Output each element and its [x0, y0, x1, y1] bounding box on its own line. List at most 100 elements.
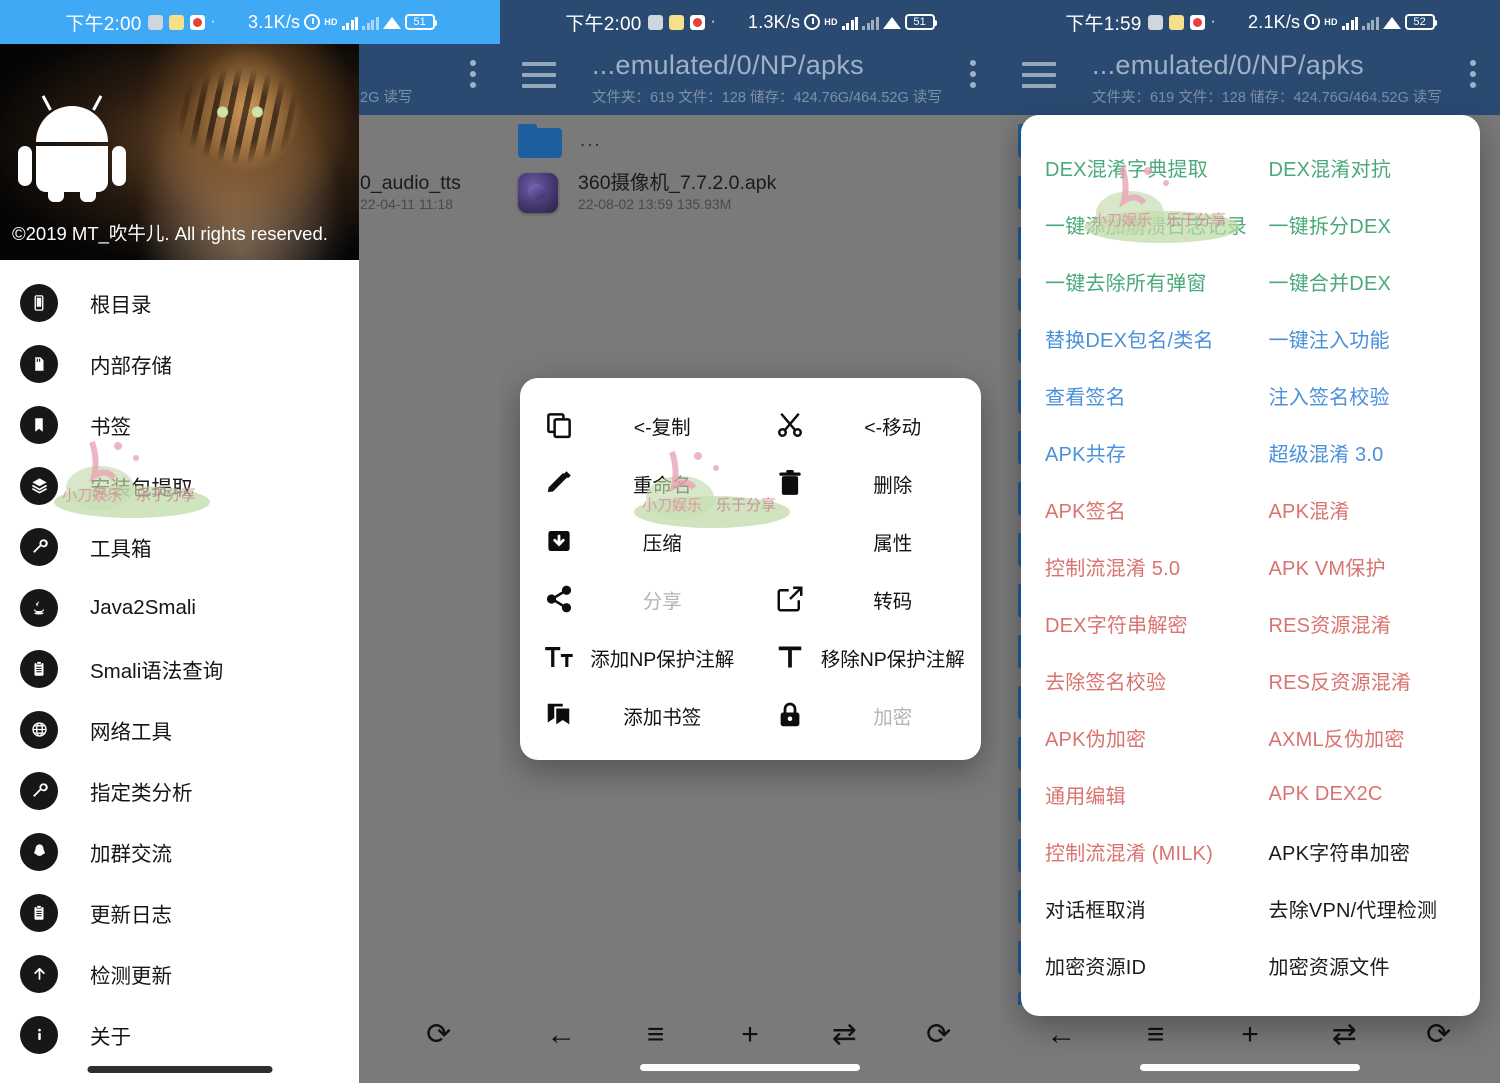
- bookmark-icon: [20, 406, 58, 444]
- tool-menu-item[interactable]: 一键注入功能: [1251, 310, 1481, 367]
- drawer-item-11[interactable]: 更新日志: [0, 882, 359, 943]
- tool-menu-item[interactable]: DEX字符串解密: [1021, 595, 1251, 652]
- back-arrow-icon[interactable]: ←: [538, 1012, 584, 1058]
- tool-menu-item[interactable]: 替换DEX包名/类名: [1021, 310, 1251, 367]
- tool-menu-item[interactable]: 控制流混淆 (MILK): [1021, 823, 1251, 880]
- tool-menu-item[interactable]: 控制流混淆 5.0: [1021, 538, 1251, 595]
- tool-menu-item[interactable]: 去除签名校验: [1021, 652, 1251, 709]
- navigation-drawer[interactable]: ©2019 MT_吹牛儿. All rights reserved. 根目录内部…: [0, 44, 359, 1083]
- bottom-toolbar-3[interactable]: ← ≡ + ⇄ ⟳: [1000, 1005, 1500, 1083]
- drawer-menu-list[interactable]: 根目录内部存储书签安装包提取工具箱Java2SmaliSmali语法查询网络工具…: [0, 260, 359, 1065]
- tool-menu-item[interactable]: APK DEX2C: [1251, 766, 1481, 823]
- tool-menu-item[interactable]: 超级混淆 3.0: [1251, 424, 1481, 481]
- tool-menu-item[interactable]: 一键拆分DEX: [1251, 196, 1481, 253]
- context-menu-item-text-size[interactable]: 添加NP保护注解: [520, 628, 751, 686]
- text-size-icon: [542, 640, 576, 674]
- context-menu-item-archive-down[interactable]: 压缩: [520, 512, 751, 570]
- info-icon: [20, 1016, 58, 1054]
- list-menu-icon[interactable]: ≡: [633, 1012, 679, 1058]
- tool-menu-item[interactable]: APK伪加密: [1021, 709, 1251, 766]
- drawer-item-2[interactable]: 内部存储: [0, 333, 359, 394]
- list-item[interactable]: ...: [500, 115, 1000, 167]
- context-menu-item-info[interactable]: 属性: [751, 512, 982, 570]
- tiktok-notification-icon: [1148, 15, 1163, 30]
- tool-menu-item[interactable]: APK共存: [1021, 424, 1251, 481]
- tool-menu-item[interactable]: APK混淆: [1251, 481, 1481, 538]
- context-menu-item-external-link[interactable]: 转码: [751, 570, 982, 628]
- tool-menu-item[interactable]: 对话框取消: [1021, 880, 1251, 937]
- drawer-item-9[interactable]: 指定类分析: [0, 760, 359, 821]
- drawer-item-5[interactable]: 工具箱: [0, 516, 359, 577]
- swap-arrows-icon[interactable]: ⇄: [1321, 1012, 1367, 1058]
- tool-menu-item[interactable]: AXML反伪加密: [1251, 709, 1481, 766]
- tool-menu-item[interactable]: APK VM保护: [1251, 538, 1481, 595]
- file-text: ...: [580, 130, 602, 152]
- context-menu-item-text[interactable]: 移除NP保护注解: [751, 628, 982, 686]
- bottom-toolbar-2[interactable]: ← ≡ + ⇄ ⟳: [500, 1005, 1000, 1083]
- tool-menu-item[interactable]: APK字符串加密: [1251, 823, 1481, 880]
- drawer-item-1[interactable]: 根目录: [0, 272, 359, 333]
- overflow-menu-1[interactable]: [470, 60, 476, 88]
- refresh-icon[interactable]: ⟳: [916, 1012, 962, 1058]
- list-menu-icon[interactable]: ≡: [1133, 1012, 1179, 1058]
- drawer-item-4[interactable]: 安装包提取: [0, 455, 359, 516]
- alarm-icon: [804, 14, 820, 30]
- tool-menu-item[interactable]: 加密资源文件: [1251, 937, 1481, 994]
- tool-menu-item[interactable]: 一键合并DEX: [1251, 253, 1481, 310]
- plus-icon[interactable]: +: [727, 1012, 773, 1058]
- tool-menu-item[interactable]: 查看签名: [1021, 367, 1251, 424]
- battery-icon: 51: [905, 14, 935, 30]
- menu-button-3[interactable]: [1022, 62, 1056, 88]
- home-indicator: [87, 1066, 272, 1073]
- tool-menu-item[interactable]: 一键添加崩溃日志记录: [1021, 196, 1251, 253]
- tool-menu-item[interactable]: 去除VPN/代理检测: [1251, 880, 1481, 937]
- tool-menu-item[interactable]: RES资源混淆: [1251, 595, 1481, 652]
- drawer-item-8[interactable]: 网络工具: [0, 699, 359, 760]
- plus-icon[interactable]: +: [1227, 1012, 1273, 1058]
- drawer-item-10[interactable]: 加群交流: [0, 821, 359, 882]
- context-menu-item-scissors[interactable]: <-移动: [751, 396, 982, 454]
- overflow-menu-2[interactable]: [970, 60, 976, 88]
- tool-menu-item[interactable]: APK签名: [1021, 481, 1251, 538]
- status-right-3: 2.1K/s HD 52: [1248, 12, 1435, 33]
- drawer-item-7[interactable]: Smali语法查询: [0, 638, 359, 699]
- refresh-icon[interactable]: ⟳: [1416, 1012, 1462, 1058]
- breadcrumb-path-3[interactable]: ...emulated/0/NP/apks: [1092, 50, 1364, 81]
- app-bar-2: ...emulated/0/NP/apks 文件夹：619 文件：128 储存：…: [500, 44, 1000, 115]
- drawer-item-6[interactable]: Java2Smali: [0, 577, 359, 638]
- context-menu-item-copy[interactable]: <-复制: [520, 396, 751, 454]
- network-speed: 2.1K/s: [1248, 12, 1300, 33]
- status-left-2: 下午2:00 ·: [565, 9, 716, 36]
- apk-tool-menu[interactable]: DEX混淆字典提取DEX混淆对抗一键添加崩溃日志记录一键拆分DEX一键去除所有弹…: [1021, 115, 1480, 1016]
- overflow-menu-3[interactable]: [1470, 60, 1476, 88]
- refresh-icon[interactable]: ⟳: [416, 1012, 462, 1058]
- tool-menu-item[interactable]: 加密资源ID: [1021, 937, 1251, 994]
- tool-menu-item[interactable]: 注入签名校验: [1251, 367, 1481, 424]
- tool-menu-item[interactable]: 一键去除所有弹窗: [1021, 253, 1251, 310]
- breadcrumb-path-2[interactable]: ...emulated/0/NP/apks: [592, 50, 864, 81]
- context-menu-item-bookmark-add[interactable]: 添加书签: [520, 686, 751, 744]
- archive-down-icon: [542, 524, 576, 558]
- tool-menu-item[interactable]: RES反资源混淆: [1251, 652, 1481, 709]
- signal-bars-sim1-icon: [1342, 15, 1359, 30]
- drawer-item-3[interactable]: 书签: [0, 394, 359, 455]
- drawer-item-label: 检测更新: [90, 959, 172, 989]
- list-item[interactable]: 360摄像机_7.7.2.0.apk22-08-02 13:59 135.93M: [500, 167, 1000, 218]
- context-menu-item-trash[interactable]: 删除: [751, 454, 982, 512]
- network-speed: 3.1K/s: [248, 12, 300, 33]
- menu-button-2[interactable]: [522, 62, 556, 88]
- panel-file-manager-drawer: 下午2:00 · 3.1K/s HD 51 2G 读写 0_audio_tts: [0, 0, 500, 1083]
- drawer-item-13[interactable]: 关于: [0, 1004, 359, 1065]
- context-menu-item-pencil[interactable]: 重命名: [520, 454, 751, 512]
- tool-menu-item[interactable]: DEX混淆对抗: [1251, 139, 1481, 196]
- tool-menu-item[interactable]: DEX混淆字典提取: [1021, 139, 1251, 196]
- copy-icon: [542, 408, 576, 442]
- recorder-notification-icon: [690, 15, 705, 30]
- drawer-item-12[interactable]: 检测更新: [0, 943, 359, 1004]
- clipboard-icon: [20, 650, 58, 688]
- file-meta: 22-04-11 11:18: [360, 196, 461, 212]
- swap-arrows-icon[interactable]: ⇄: [821, 1012, 867, 1058]
- back-arrow-icon[interactable]: ←: [1038, 1012, 1084, 1058]
- file-context-menu[interactable]: <-复制<-移动重命名删除压缩属性分享转码添加NP保护注解移除NP保护注解添加书…: [520, 378, 981, 760]
- tool-menu-item[interactable]: 通用编辑: [1021, 766, 1251, 823]
